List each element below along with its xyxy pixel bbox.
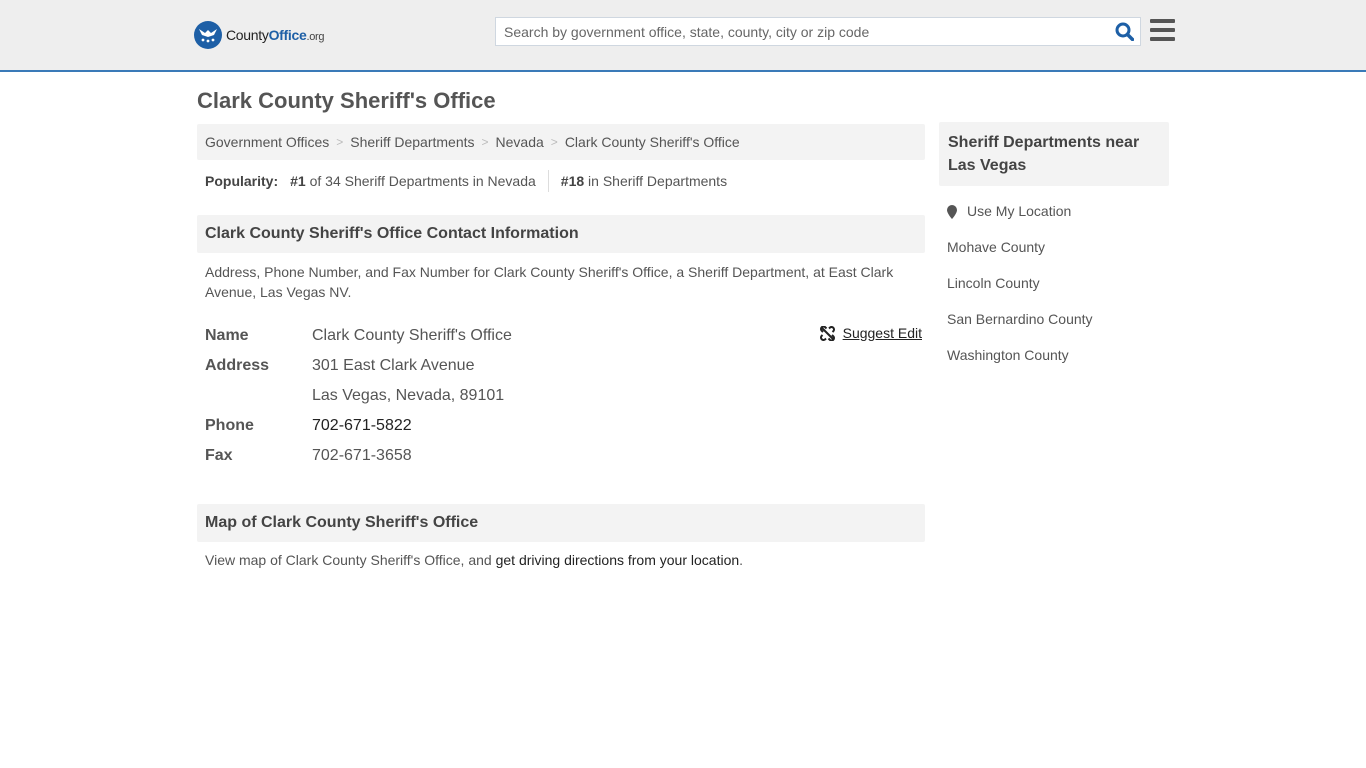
state-rank: #1 [290,173,306,189]
popularity-bar: Popularity: #1 of 34 Sheriff Departments… [197,170,925,192]
phone-link[interactable]: 702-671-5822 [312,417,412,434]
eagle-stars-icon [194,21,222,49]
breadcrumb-separator: > [481,135,489,149]
suggest-edit-label: Suggest Edit [842,325,922,341]
fax-label: Fax [205,447,233,464]
map-heading: Map of Clark County Sheriff's Office [197,504,925,542]
logo-text: CountyOffice.org [226,27,325,43]
breadcrumb: Government Offices > Sheriff Departments… [197,124,925,160]
address-row-2: Las Vegas, Nevada, 89101 [205,381,925,411]
phone-row: Phone 702-671-5822 [205,411,925,441]
phone-label: Phone [205,417,254,434]
address-line1: 301 East Clark Avenue [312,357,475,374]
use-my-location-link[interactable]: Use My Location [967,203,1071,219]
fax-value: 702-671-3658 [312,447,412,464]
national-rank-text: in Sheriff Departments [588,173,728,189]
map-description: View map of Clark County Sheriff's Offic… [205,552,744,568]
nearby-link-san-bernardino[interactable]: San Bernardino County [947,311,1093,327]
fax-row: Fax 702-671-3658 [205,441,925,471]
search-bar [495,17,1141,46]
list-item: Washington County [947,347,1169,383]
hamburger-menu-icon[interactable] [1150,19,1175,41]
main-content: Government Offices > Sheriff Departments… [197,124,925,568]
address-line2: Las Vegas, Nevada, 89101 [312,387,505,404]
search-icon [1115,22,1134,41]
search-input[interactable] [496,18,1108,45]
address-label: Address [205,357,270,374]
breadcrumb-separator: > [550,135,558,149]
map-pin-icon [947,205,957,219]
name-row: Name Clark County Sheriff's Office [205,321,925,351]
national-rank: #18 [560,173,585,189]
name-label: Name [205,327,249,344]
divider [547,170,549,192]
state-rank-text: of 34 Sheriff Departments in Nevada [309,173,536,189]
list-item: San Bernardino County [947,311,1169,347]
list-item: Mohave County [947,239,1169,275]
search-button[interactable] [1108,18,1140,45]
sidebar: Sheriff Departments near Las Vegas Use M… [939,122,1169,383]
nearby-link-lincoln[interactable]: Lincoln County [947,275,1040,291]
nearby-list: Use My Location Mohave County Lincoln Co… [939,203,1169,383]
address-row: Address 301 East Clark Avenue [205,351,925,381]
page-title: Clark County Sheriff's Office [197,88,496,113]
use-location-item: Use My Location [947,203,1169,239]
breadcrumb-sheriff-departments[interactable]: Sheriff Departments [350,134,474,150]
nearby-link-washington[interactable]: Washington County [947,347,1069,363]
sidebar-heading: Sheriff Departments near Las Vegas [939,122,1169,186]
popularity-label: Popularity: [205,173,279,189]
driving-directions-link[interactable]: get driving directions from your locatio… [496,552,740,568]
site-logo[interactable]: CountyOffice.org [194,21,325,49]
site-header: CountyOffice.org [0,0,1366,72]
unlink-icon [819,325,835,341]
nearby-link-mohave[interactable]: Mohave County [947,239,1045,255]
contact-heading: Clark County Sheriff's Office Contact In… [197,215,925,253]
list-item: Lincoln County [947,275,1169,311]
breadcrumb-separator: > [336,135,344,149]
contact-info: Suggest Edit Name Clark County Sheriff's… [197,321,925,471]
breadcrumb-current[interactable]: Clark County Sheriff's Office [565,134,740,150]
breadcrumb-government-offices[interactable]: Government Offices [205,134,329,150]
breadcrumb-nevada[interactable]: Nevada [496,134,544,150]
suggest-edit-link[interactable]: Suggest Edit [819,325,922,341]
contact-description: Address, Phone Number, and Fax Number fo… [205,264,894,300]
name-value: Clark County Sheriff's Office [312,327,512,344]
